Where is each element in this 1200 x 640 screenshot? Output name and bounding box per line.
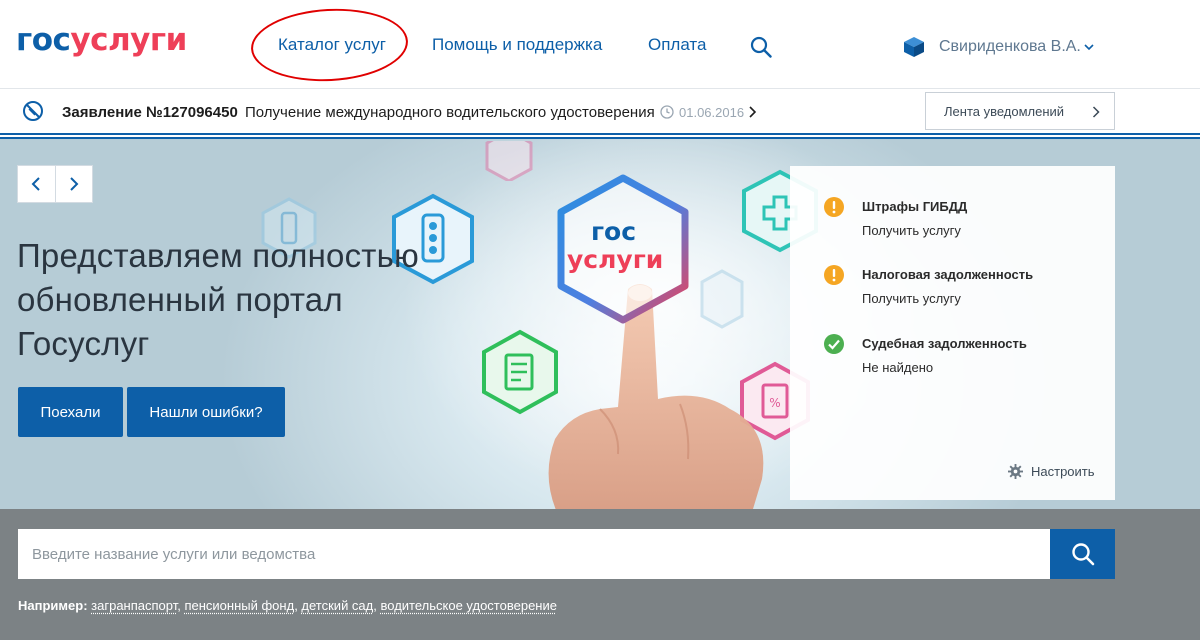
panel-item-subtitle: Не найдено xyxy=(862,360,934,375)
report-errors-button[interactable]: Нашли ошибки? xyxy=(127,387,285,437)
document-hex-icon xyxy=(485,141,533,181)
example-link-kindergarten[interactable]: детский сад xyxy=(301,598,373,613)
panel-item-subtitle[interactable]: Получить услугу xyxy=(862,223,961,238)
nav-help[interactable]: Помощь и поддержка xyxy=(432,35,602,55)
chevron-right-icon[interactable] xyxy=(748,106,757,118)
application-number[interactable]: Заявление №127096450 xyxy=(62,104,238,121)
cancel-status-icon xyxy=(23,101,43,121)
hero-logo-uslugi: услуги xyxy=(567,245,663,274)
gosuslugi-hex-logo: гос услуги xyxy=(557,174,689,324)
check-circle-icon xyxy=(824,334,844,354)
hero-logo-gos: гос xyxy=(591,217,636,246)
application-bar: Заявление №127096450 Получение междунаро… xyxy=(0,88,1200,134)
panel-item-subtitle[interactable]: Получить услугу xyxy=(862,291,961,306)
warning-icon xyxy=(824,197,844,217)
user-cube-icon xyxy=(904,37,924,57)
search-section: Например: загранпаспорт, пенсионный фонд… xyxy=(0,509,1200,640)
search-icon[interactable] xyxy=(750,36,772,58)
go-button[interactable]: Поехали xyxy=(18,387,123,437)
carousel-prev-button[interactable] xyxy=(18,166,55,202)
gear-icon xyxy=(1008,464,1023,479)
chevron-right-icon xyxy=(1092,106,1100,118)
service-search-input[interactable] xyxy=(18,529,1050,579)
chevron-down-icon xyxy=(1084,44,1094,51)
example-link-driver-license[interactable]: водительское удостоверение xyxy=(381,598,557,613)
gosuslugi-logo[interactable]: госуслуги xyxy=(16,22,187,58)
user-menu[interactable]: Свириденкова В.А. xyxy=(903,36,1095,58)
logo-part-uslugi: услуги xyxy=(70,22,187,58)
warning-icon xyxy=(824,265,844,285)
clock-icon xyxy=(660,105,674,119)
chevron-left-icon xyxy=(32,177,41,191)
carousel-controls xyxy=(17,165,93,203)
carousel-next-button[interactable] xyxy=(54,166,92,202)
panel-settings-button[interactable]: Настроить xyxy=(1008,464,1095,479)
search-examples: Например: загранпаспорт, пенсионный фонд… xyxy=(18,598,557,613)
panel-item-title: Штрафы ГИБДД xyxy=(862,199,968,214)
panel-settings-label: Настроить xyxy=(1031,464,1095,479)
notifications-feed-button[interactable]: Лента уведомлений xyxy=(925,92,1115,130)
nav-payment[interactable]: Оплата xyxy=(648,35,706,55)
site-header: госуслуги Каталог услуг Помощь и поддерж… xyxy=(0,0,1200,88)
application-description[interactable]: Получение международного водительского у… xyxy=(245,104,655,121)
chevron-right-icon xyxy=(70,177,79,191)
search-button[interactable] xyxy=(1050,529,1115,579)
search-icon xyxy=(1071,543,1094,566)
application-date: 01.06.2016 xyxy=(679,105,745,120)
red-annotation-ellipse xyxy=(249,4,410,86)
user-name: Свириденкова В.А. xyxy=(939,38,1081,55)
services-status-panel: Штрафы ГИБДД Получить услугу Налоговая з… xyxy=(790,166,1115,500)
notifications-feed-label: Лента уведомлений xyxy=(944,103,1065,119)
panel-item-title: Налоговая задолженность xyxy=(862,267,1034,282)
example-link-pension-fund[interactable]: пенсионный фонд xyxy=(184,598,294,613)
hero-title: Представляем полностью обновленный порта… xyxy=(17,237,419,362)
logo-part-gos: гос xyxy=(16,22,71,58)
example-link-passport[interactable]: загранпаспорт xyxy=(91,598,177,613)
panel-item-title: Судебная задолженность xyxy=(862,336,1027,351)
search-examples-label: Например: xyxy=(18,598,88,613)
